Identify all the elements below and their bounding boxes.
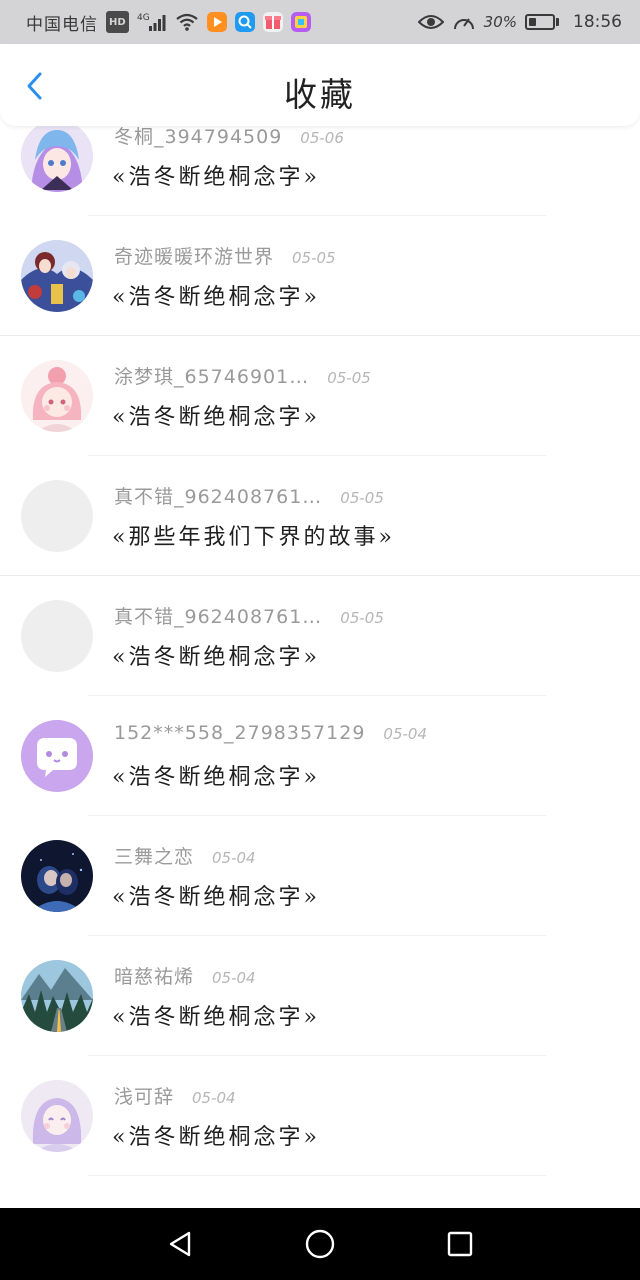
- avatar[interactable]: [21, 360, 93, 432]
- video-app-icon: [206, 12, 227, 32]
- eye-icon: [417, 12, 444, 32]
- app-header: 收藏: [0, 44, 640, 126]
- date-label: 05-04: [212, 849, 256, 867]
- username[interactable]: 奇迹暖暖环游世界: [114, 242, 274, 269]
- battery-cap: [556, 18, 559, 26]
- item-meta: 真不错_962408761… 05-05: [114, 482, 384, 509]
- book-title[interactable]: «浩冬断绝桐念字»: [112, 159, 320, 191]
- list-item[interactable]: 涂梦琪_65746901… 05-05 «浩冬断绝桐念字»: [0, 336, 640, 456]
- item-meta: 三舞之恋 05-04: [114, 842, 256, 869]
- username[interactable]: 暗慈祐烯: [114, 962, 194, 989]
- item-meta: 暗慈祐烯 05-04: [114, 962, 256, 989]
- network-type-label: 4G: [137, 13, 150, 23]
- avatar[interactable]: [21, 1080, 93, 1152]
- date-label: 05-04: [383, 725, 428, 743]
- item-meta: 152***558_2798357129 05-04: [114, 722, 427, 744]
- avatar[interactable]: [21, 480, 93, 552]
- username[interactable]: 三舞之恋: [114, 842, 194, 869]
- book-title[interactable]: «浩冬断绝桐念字»: [112, 759, 320, 791]
- avatar[interactable]: [21, 840, 93, 912]
- book-title[interactable]: «浩冬断绝桐念字»: [112, 279, 320, 311]
- battery-body: [525, 14, 555, 30]
- book-title[interactable]: «浩冬断绝桐念字»: [112, 879, 320, 911]
- status-bar: 中国电信 HD 4G 30% 18:56: [0, 0, 640, 44]
- avatar[interactable]: [21, 126, 93, 192]
- nav-back-button[interactable]: [156, 1220, 204, 1268]
- username[interactable]: 浅可辞: [114, 1082, 174, 1109]
- battery-icon: [525, 14, 559, 30]
- date-label: 05-05: [292, 249, 336, 267]
- speedometer-icon: [452, 12, 476, 32]
- status-right: 30% 18:56: [417, 12, 622, 32]
- wifi-icon: [175, 12, 199, 32]
- item-meta: 涂梦琪_65746901… 05-05: [114, 362, 371, 389]
- item-meta: 真不错_962408761… 05-05: [114, 602, 384, 629]
- book-title[interactable]: «浩冬断绝桐念字»: [112, 1119, 320, 1151]
- item-meta: 浅可辞 05-04: [114, 1082, 236, 1109]
- date-label: 05-05: [340, 609, 384, 627]
- list-item[interactable]: 暗慈祐烯 05-04 «浩冬断绝桐念字»: [0, 936, 640, 1056]
- date-label: 05-04: [212, 969, 256, 987]
- list-item[interactable]: 真不错_962408761… 05-05 «浩冬断绝桐念字»: [0, 576, 640, 696]
- username[interactable]: 真不错_962408761…: [114, 482, 322, 509]
- carrier-label: 中国电信: [26, 14, 98, 35]
- username[interactable]: 冬桐_394794509: [114, 126, 282, 149]
- avatar[interactable]: [21, 960, 93, 1032]
- item-meta: 奇迹暖暖环游世界 05-05: [114, 242, 336, 269]
- hd-icon: HD: [106, 11, 129, 33]
- list-item[interactable]: 浅可辞 05-04 «浩冬断绝桐念字»: [0, 1056, 640, 1176]
- book-title[interactable]: «浩冬断绝桐念字»: [112, 999, 320, 1031]
- avatar[interactable]: [21, 240, 93, 312]
- system-nav-bar: [0, 1208, 640, 1280]
- status-left: 中国电信 HD 4G: [26, 10, 311, 35]
- list-item[interactable]: 真不错_962408761… 05-05 «那些年我们下界的故事»: [0, 456, 640, 576]
- username[interactable]: 涂梦琪_65746901…: [114, 362, 309, 389]
- list-item[interactable]: 冬桐_394794509 05-06 «浩冬断绝桐念字»: [0, 126, 640, 216]
- page-title: 收藏: [284, 75, 356, 114]
- date-label: 05-05: [327, 369, 371, 387]
- date-label: 05-05: [340, 489, 384, 507]
- username[interactable]: 152***558_2798357129: [114, 722, 365, 744]
- list-item[interactable]: 奇迹暖暖环游世界 05-05 «浩冬断绝桐念字»: [0, 216, 640, 336]
- list-item[interactable]: 152***558_2798357129 05-04 «浩冬断绝桐念字»: [0, 696, 640, 816]
- square-recents-icon: [447, 1231, 473, 1257]
- username[interactable]: 真不错_962408761…: [114, 602, 322, 629]
- clock: 18:56: [573, 12, 622, 32]
- search-app-icon: [234, 12, 255, 32]
- circle-home-icon: [305, 1229, 335, 1259]
- book-title[interactable]: «那些年我们下界的故事»: [112, 519, 395, 551]
- gift-app-icon: [262, 12, 283, 32]
- item-meta: 冬桐_394794509 05-06: [114, 126, 344, 149]
- avatar[interactable]: [21, 600, 93, 672]
- nav-recents-button[interactable]: [436, 1220, 484, 1268]
- favorites-list[interactable]: 冬桐_394794509 05-06 «浩冬断绝桐念字» 奇迹暖暖环游世界 05…: [0, 126, 640, 1208]
- battery-fill: [529, 18, 536, 26]
- date-label: 05-06: [300, 129, 344, 147]
- date-label: 05-04: [192, 1089, 236, 1107]
- battery-percent: 30%: [483, 13, 517, 31]
- nav-home-button[interactable]: [296, 1220, 344, 1268]
- favorites-list-inner: 冬桐_394794509 05-06 «浩冬断绝桐念字» 奇迹暖暖环游世界 05…: [0, 126, 640, 1176]
- triangle-back-icon: [169, 1231, 191, 1257]
- book-title[interactable]: «浩冬断绝桐念字»: [112, 399, 320, 431]
- divider: [88, 1175, 546, 1176]
- list-item[interactable]: 三舞之恋 05-04 «浩冬断绝桐念字»: [0, 816, 640, 936]
- signal-icon: 4G: [137, 12, 167, 32]
- store-app-icon: [290, 12, 311, 32]
- book-title[interactable]: «浩冬断绝桐念字»: [112, 639, 320, 671]
- avatar[interactable]: [21, 720, 93, 792]
